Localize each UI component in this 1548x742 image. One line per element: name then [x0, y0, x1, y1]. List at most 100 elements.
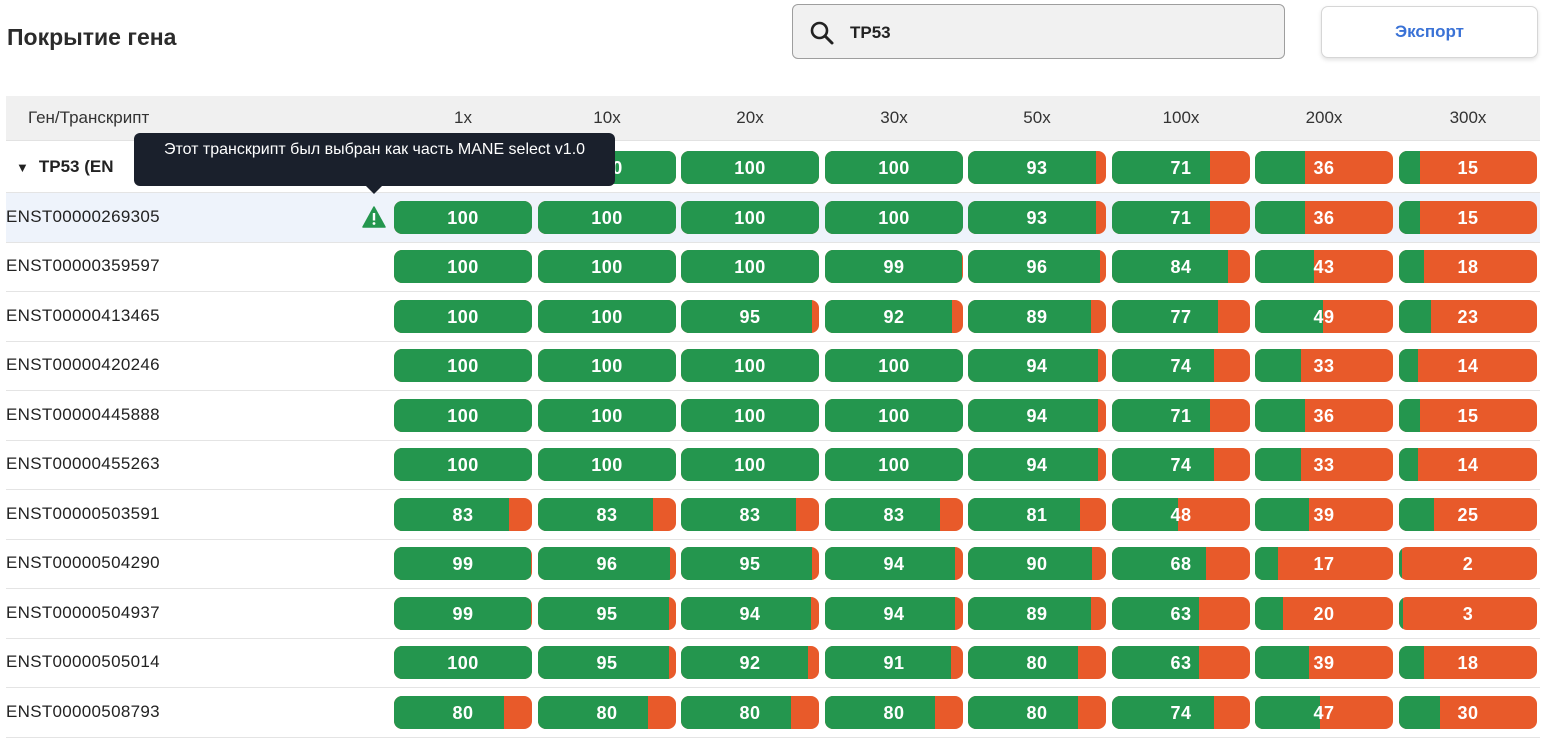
coverage-bar-30x[interactable]: 100 [825, 151, 963, 184]
coverage-bar-50x[interactable]: 90 [968, 547, 1106, 580]
column-header-50x[interactable]: 50x [968, 108, 1106, 128]
coverage-bar-20x[interactable]: 100 [681, 151, 819, 184]
column-header-200x[interactable]: 200x [1255, 108, 1393, 128]
coverage-bar-1x[interactable]: 83 [394, 498, 532, 531]
coverage-bar-1x[interactable]: 100 [394, 646, 532, 679]
coverage-bar-1x[interactable]: 100 [394, 399, 532, 432]
coverage-bar-100x[interactable]: 74 [1112, 696, 1250, 729]
coverage-bar-300x[interactable]: 18 [1399, 250, 1537, 283]
coverage-bar-100x[interactable]: 84 [1112, 250, 1250, 283]
coverage-bar-20x[interactable]: 100 [681, 250, 819, 283]
coverage-bar-50x[interactable]: 94 [968, 349, 1106, 382]
coverage-bar-20x[interactable]: 83 [681, 498, 819, 531]
coverage-bar-30x[interactable]: 91 [825, 646, 963, 679]
coverage-bar-10x[interactable]: 100 [538, 201, 676, 234]
coverage-bar-300x[interactable]: 14 [1399, 349, 1537, 382]
coverage-bar-10x[interactable]: 100 [538, 300, 676, 333]
coverage-bar-100x[interactable]: 48 [1112, 498, 1250, 531]
coverage-bar-10x[interactable]: 96 [538, 547, 676, 580]
coverage-bar-100x[interactable]: 63 [1112, 646, 1250, 679]
transcript-row[interactable]: ENST00000503591 83 83 83 83 81 48 39 25 [6, 490, 1540, 540]
coverage-bar-50x[interactable]: 80 [968, 646, 1106, 679]
coverage-bar-10x[interactable]: 100 [538, 349, 676, 382]
coverage-bar-20x[interactable]: 100 [681, 448, 819, 481]
coverage-bar-20x[interactable]: 100 [681, 349, 819, 382]
coverage-bar-30x[interactable]: 92 [825, 300, 963, 333]
coverage-bar-300x[interactable]: 15 [1399, 201, 1537, 234]
coverage-bar-300x[interactable]: 2 [1399, 547, 1537, 580]
coverage-bar-200x[interactable]: 36 [1255, 201, 1393, 234]
coverage-bar-200x[interactable]: 20 [1255, 597, 1393, 630]
coverage-bar-10x[interactable]: 83 [538, 498, 676, 531]
coverage-bar-200x[interactable]: 43 [1255, 250, 1393, 283]
coverage-bar-200x[interactable]: 49 [1255, 300, 1393, 333]
transcript-row[interactable]: ENST00000413465 100 100 95 92 89 77 49 23 [6, 292, 1540, 342]
transcript-row[interactable]: ENST00000504290 99 96 95 94 90 68 17 2 [6, 539, 1540, 589]
column-header-20x[interactable]: 20x [681, 108, 819, 128]
coverage-bar-100x[interactable]: 77 [1112, 300, 1250, 333]
coverage-bar-200x[interactable]: 36 [1255, 399, 1393, 432]
coverage-bar-50x[interactable]: 94 [968, 399, 1106, 432]
coverage-bar-200x[interactable]: 39 [1255, 646, 1393, 679]
coverage-bar-300x[interactable]: 15 [1399, 399, 1537, 432]
column-header-30x[interactable]: 30x [825, 108, 963, 128]
coverage-bar-50x[interactable]: 81 [968, 498, 1106, 531]
coverage-bar-200x[interactable]: 33 [1255, 448, 1393, 481]
coverage-bar-50x[interactable]: 80 [968, 696, 1106, 729]
coverage-bar-300x[interactable]: 3 [1399, 597, 1537, 630]
coverage-bar-100x[interactable]: 74 [1112, 349, 1250, 382]
coverage-bar-50x[interactable]: 93 [968, 151, 1106, 184]
coverage-bar-200x[interactable]: 39 [1255, 498, 1393, 531]
export-button[interactable]: Экспорт [1321, 6, 1538, 58]
transcript-row[interactable]: ENST00000359597 100 100 100 99 96 84 43 18 [6, 242, 1540, 292]
coverage-bar-10x[interactable]: 100 [538, 399, 676, 432]
search-box[interactable] [792, 4, 1285, 59]
coverage-bar-100x[interactable]: 68 [1112, 547, 1250, 580]
coverage-bar-10x[interactable]: 95 [538, 646, 676, 679]
coverage-bar-100x[interactable]: 71 [1112, 201, 1250, 234]
transcript-row[interactable]: ENST00000508793 80 80 80 80 80 74 47 30 [6, 688, 1540, 738]
coverage-bar-30x[interactable]: 100 [825, 349, 963, 382]
coverage-bar-100x[interactable]: 71 [1112, 399, 1250, 432]
coverage-bar-30x[interactable]: 100 [825, 448, 963, 481]
coverage-bar-200x[interactable]: 17 [1255, 547, 1393, 580]
transcript-row[interactable]: ENST00000504937 99 95 94 94 89 63 20 3 [6, 589, 1540, 639]
warning-triangle-icon[interactable] [362, 206, 386, 228]
transcript-row[interactable]: ENST00000269305 100 100 100 100 93 71 36 15 [6, 193, 1540, 243]
search-input[interactable] [848, 19, 1252, 47]
coverage-bar-300x[interactable]: 18 [1399, 646, 1537, 679]
coverage-bar-10x[interactable]: 80 [538, 696, 676, 729]
coverage-bar-20x[interactable]: 95 [681, 300, 819, 333]
coverage-bar-1x[interactable]: 100 [394, 250, 532, 283]
coverage-bar-20x[interactable]: 94 [681, 597, 819, 630]
coverage-bar-20x[interactable]: 100 [681, 201, 819, 234]
transcript-row[interactable]: ENST00000455263 100 100 100 100 94 74 33 14 [6, 440, 1540, 490]
coverage-bar-1x[interactable]: 99 [394, 547, 532, 580]
coverage-bar-300x[interactable]: 15 [1399, 151, 1537, 184]
coverage-bar-50x[interactable]: 89 [968, 300, 1106, 333]
coverage-bar-50x[interactable]: 96 [968, 250, 1106, 283]
coverage-bar-1x[interactable]: 100 [394, 300, 532, 333]
coverage-bar-30x[interactable]: 99 [825, 250, 963, 283]
column-header-300x[interactable]: 300x [1399, 108, 1537, 128]
coverage-bar-20x[interactable]: 95 [681, 547, 819, 580]
transcript-row[interactable]: ENST00000420246 100 100 100 100 94 74 33 14 [6, 341, 1540, 391]
coverage-bar-30x[interactable]: 83 [825, 498, 963, 531]
coverage-bar-50x[interactable]: 94 [968, 448, 1106, 481]
coverage-bar-1x[interactable]: 99 [394, 597, 532, 630]
coverage-bar-30x[interactable]: 100 [825, 399, 963, 432]
coverage-bar-30x[interactable]: 94 [825, 547, 963, 580]
coverage-bar-200x[interactable]: 36 [1255, 151, 1393, 184]
coverage-bar-100x[interactable]: 74 [1112, 448, 1250, 481]
coverage-bar-30x[interactable]: 94 [825, 597, 963, 630]
coverage-bar-100x[interactable]: 63 [1112, 597, 1250, 630]
coverage-bar-50x[interactable]: 89 [968, 597, 1106, 630]
coverage-bar-20x[interactable]: 80 [681, 696, 819, 729]
coverage-bar-20x[interactable]: 92 [681, 646, 819, 679]
gene-row-label[interactable]: ▼ TP53 (EN [16, 157, 114, 177]
coverage-bar-30x[interactable]: 80 [825, 696, 963, 729]
coverage-bar-1x[interactable]: 100 [394, 201, 532, 234]
coverage-bar-200x[interactable]: 33 [1255, 349, 1393, 382]
coverage-bar-1x[interactable]: 100 [394, 349, 532, 382]
coverage-bar-300x[interactable]: 23 [1399, 300, 1537, 333]
